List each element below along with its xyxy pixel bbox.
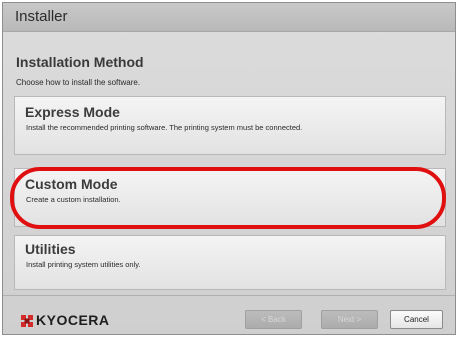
utilities-description: Install printing system utilities only. bbox=[26, 260, 141, 269]
back-button[interactable]: < Back bbox=[245, 310, 302, 329]
express-mode-option[interactable]: Express Mode Install the recommended pri… bbox=[14, 96, 446, 155]
custom-mode-description: Create a custom installation. bbox=[26, 195, 121, 204]
express-mode-description: Install the recommended printing softwar… bbox=[26, 123, 303, 132]
custom-mode-title: Custom Mode bbox=[25, 176, 118, 192]
installer-window: Installer Installation Method Choose how… bbox=[2, 2, 456, 335]
utilities-option[interactable]: Utilities Install printing system utilit… bbox=[14, 235, 446, 290]
page-heading: Installation Method bbox=[16, 54, 144, 70]
footer-divider bbox=[3, 295, 455, 296]
window-title: Installer bbox=[15, 8, 68, 25]
utilities-title: Utilities bbox=[25, 241, 76, 257]
express-mode-title: Express Mode bbox=[25, 104, 120, 120]
title-bar: Installer bbox=[3, 3, 455, 32]
custom-mode-option[interactable]: Custom Mode Create a custom installation… bbox=[14, 168, 446, 227]
kyocera-mark-icon bbox=[21, 315, 33, 327]
logo-text: KYOCERA bbox=[36, 312, 110, 328]
page-subtext: Choose how to install the software. bbox=[16, 78, 141, 87]
next-button[interactable]: Next > bbox=[321, 310, 378, 329]
cancel-button[interactable]: Cancel bbox=[390, 310, 443, 329]
